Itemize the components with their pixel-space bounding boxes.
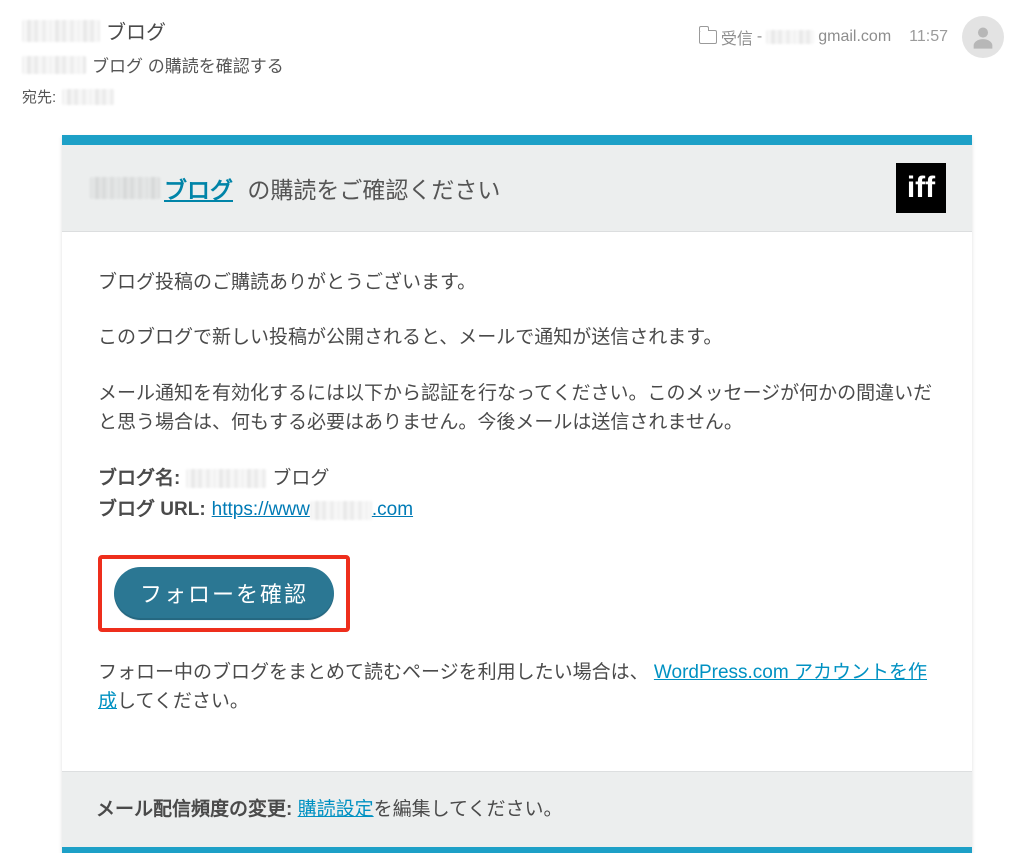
- blog-title-suffix: ブログ: [164, 171, 233, 205]
- blog-url-line: ブログ URL: https://www .com: [98, 495, 936, 524]
- card-title-suffix: の購読をご確認ください: [247, 171, 500, 205]
- footer-after: を編集してください。: [374, 799, 563, 820]
- card-bottombar: [62, 847, 972, 853]
- sender-suffix: ブログ: [106, 16, 166, 45]
- folder-icon: [699, 30, 717, 44]
- avatar[interactable]: [962, 16, 1004, 58]
- blog-url-prefix: https://www: [212, 499, 310, 520]
- redacted-account-prefix: [766, 30, 814, 44]
- app-window: ブログ ブログ の購読を確認する 宛先: 受信 - gmail.com 11:5…: [0, 0, 1024, 787]
- mail-recipient: 宛先:: [22, 86, 1002, 107]
- blog-name-label: ブログ名:: [98, 464, 180, 493]
- mail-folder[interactable]: 受信 - gmail.com: [699, 25, 891, 49]
- redacted-domain: [310, 501, 372, 520]
- mail-time: 11:57: [909, 28, 948, 46]
- folder-label: 受信: [721, 25, 753, 49]
- account-suffix: gmail.com: [818, 28, 891, 46]
- card-header: ブログ の購読をご確認ください iff: [62, 145, 972, 232]
- follow-note-before: フォロー中のブログをまとめて読むページを利用したい場合は、: [98, 662, 649, 683]
- mail-header-right: 受信 - gmail.com 11:57: [699, 16, 1004, 58]
- blog-url-label: ブログ URL:: [98, 495, 206, 524]
- cta-highlight-frame: フォローを確認: [98, 555, 350, 632]
- paragraph-notify: このブログで新しい投稿が公開されると、メールで通知が送信されます。: [98, 323, 936, 352]
- subject-suffix: ブログ の購読を確認する: [92, 52, 284, 77]
- blog-title-link[interactable]: ブログ: [90, 171, 233, 205]
- redacted-recipient: [62, 89, 114, 105]
- footer-label: メール配信頻度の変更:: [96, 799, 292, 820]
- site-logo: iff: [896, 163, 946, 213]
- blog-name-line: ブログ名: ブログ: [98, 464, 936, 493]
- recipient-label: 宛先:: [22, 86, 56, 107]
- confirm-follow-button[interactable]: フォローを確認: [114, 567, 334, 620]
- blog-name-suffix: ブログ: [272, 464, 329, 493]
- email-card: ブログ の購読をご確認ください iff ブログ投稿のご購読ありがとうございます。…: [62, 135, 972, 853]
- paragraph-thanks: ブログ投稿のご購読ありがとうございます。: [98, 268, 936, 297]
- follow-note-after: してください。: [117, 691, 249, 712]
- card-footer: メール配信頻度の変更: 購読設定を編集してください。: [62, 771, 972, 847]
- redacted-subject-prefix: [22, 56, 86, 74]
- card-title: ブログ の購読をご確認ください: [90, 171, 500, 205]
- card-body: ブログ投稿のご購読ありがとうございます。 このブログで新しい投稿が公開されると、…: [62, 232, 972, 771]
- mail-header: ブログ ブログ の購読を確認する 宛先: 受信 - gmail.com 11:5…: [0, 0, 1024, 117]
- subscription-settings-link[interactable]: 購読設定: [298, 799, 374, 820]
- site-logo-text: iff: [907, 173, 935, 203]
- blog-url-suffix: .com: [372, 499, 413, 520]
- redacted-blog-name: [90, 177, 160, 199]
- user-icon: [969, 23, 997, 51]
- card-topbar: [62, 135, 972, 145]
- redacted-blog-name-value: [186, 469, 266, 488]
- follow-note: フォロー中のブログをまとめて読むページを利用したい場合は、 WordPress.…: [98, 658, 936, 717]
- blog-url-link[interactable]: https://www .com: [212, 495, 413, 524]
- paragraph-instructions: メール通知を有効化するには以下から認証を行なってください。このメッセージが何かの…: [98, 379, 936, 438]
- redacted-sender-name: [22, 20, 100, 42]
